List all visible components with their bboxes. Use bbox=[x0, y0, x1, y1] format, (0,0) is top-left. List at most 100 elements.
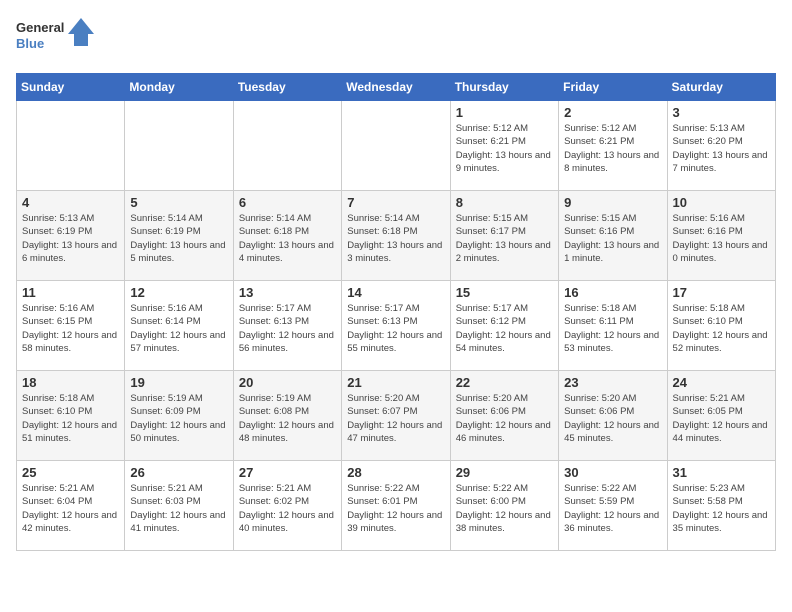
day-number: 1 bbox=[456, 105, 553, 120]
day-number: 30 bbox=[564, 465, 661, 480]
header-sunday: Sunday bbox=[17, 74, 125, 101]
day-number: 28 bbox=[347, 465, 444, 480]
day-info: Sunrise: 5:16 AMSunset: 6:15 PMDaylight:… bbox=[22, 302, 119, 355]
header-thursday: Thursday bbox=[450, 74, 558, 101]
calendar-cell: 2 Sunrise: 5:12 AMSunset: 6:21 PMDaylight… bbox=[559, 101, 667, 191]
header-saturday: Saturday bbox=[667, 74, 775, 101]
day-info: Sunrise: 5:19 AMSunset: 6:09 PMDaylight:… bbox=[130, 392, 227, 445]
day-info: Sunrise: 5:18 AMSunset: 6:10 PMDaylight:… bbox=[22, 392, 119, 445]
day-number: 22 bbox=[456, 375, 553, 390]
day-info: Sunrise: 5:22 AMSunset: 6:01 PMDaylight:… bbox=[347, 482, 444, 535]
day-info: Sunrise: 5:16 AMSunset: 6:14 PMDaylight:… bbox=[130, 302, 227, 355]
calendar-cell: 30 Sunrise: 5:22 AMSunset: 5:59 PMDayligh… bbox=[559, 461, 667, 551]
calendar-cell: 23Sunrise: 5:20 AMSunset: 6:06 PMDayligh… bbox=[559, 371, 667, 461]
day-info: Sunrise: 5:17 AMSunset: 6:13 PMDaylight:… bbox=[239, 302, 336, 355]
logo: General Blue bbox=[16, 16, 96, 61]
calendar-week-4: 18 Sunrise: 5:18 AMSunset: 6:10 PMDayligh… bbox=[17, 371, 776, 461]
header-monday: Monday bbox=[125, 74, 233, 101]
day-info: Sunrise: 5:18 AMSunset: 6:10 PMDaylight:… bbox=[673, 302, 770, 355]
day-number: 14 bbox=[347, 285, 444, 300]
day-info: Sunrise: 5:20 AMSunset: 6:07 PMDaylight:… bbox=[347, 392, 444, 445]
day-info: Sunrise: 5:12 AMSunset: 6:21 PMDaylight:… bbox=[456, 122, 553, 175]
calendar-cell: 12 Sunrise: 5:16 AMSunset: 6:14 PMDayligh… bbox=[125, 281, 233, 371]
day-info: Sunrise: 5:23 AMSunset: 5:58 PMDaylight:… bbox=[673, 482, 770, 535]
day-info: Sunrise: 5:21 AMSunset: 6:02 PMDaylight:… bbox=[239, 482, 336, 535]
day-number: 9 bbox=[564, 195, 661, 210]
calendar-cell: 5 Sunrise: 5:14 AMSunset: 6:19 PMDaylight… bbox=[125, 191, 233, 281]
day-number: 23 bbox=[564, 375, 661, 390]
calendar-cell: 16Sunrise: 5:18 AMSunset: 6:11 PMDayligh… bbox=[559, 281, 667, 371]
calendar-cell: 8 Sunrise: 5:15 AMSunset: 6:17 PMDaylight… bbox=[450, 191, 558, 281]
calendar-cell: 11Sunrise: 5:16 AMSunset: 6:15 PMDayligh… bbox=[17, 281, 125, 371]
day-number: 2 bbox=[564, 105, 661, 120]
svg-text:Blue: Blue bbox=[16, 36, 44, 51]
day-number: 13 bbox=[239, 285, 336, 300]
page-header: General Blue bbox=[16, 16, 776, 61]
day-number: 10 bbox=[673, 195, 770, 210]
day-info: Sunrise: 5:20 AMSunset: 6:06 PMDaylight:… bbox=[456, 392, 553, 445]
calendar-cell: 21Sunrise: 5:20 AMSunset: 6:07 PMDayligh… bbox=[342, 371, 450, 461]
day-number: 5 bbox=[130, 195, 227, 210]
day-info: Sunrise: 5:21 AMSunset: 6:03 PMDaylight:… bbox=[130, 482, 227, 535]
calendar-cell: 6 Sunrise: 5:14 AMSunset: 6:18 PMDaylight… bbox=[233, 191, 341, 281]
day-info: Sunrise: 5:15 AMSunset: 6:16 PMDaylight:… bbox=[564, 212, 661, 265]
calendar-cell bbox=[233, 101, 341, 191]
calendar-cell: 10 Sunrise: 5:16 AMSunset: 6:16 PMDayligh… bbox=[667, 191, 775, 281]
day-number: 25 bbox=[22, 465, 119, 480]
day-info: Sunrise: 5:17 AMSunset: 6:13 PMDaylight:… bbox=[347, 302, 444, 355]
calendar-cell: 26Sunrise: 5:21 AMSunset: 6:03 PMDayligh… bbox=[125, 461, 233, 551]
day-number: 12 bbox=[130, 285, 227, 300]
logo-svg: General Blue bbox=[16, 16, 96, 56]
day-number: 29 bbox=[456, 465, 553, 480]
header-friday: Friday bbox=[559, 74, 667, 101]
day-number: 6 bbox=[239, 195, 336, 210]
svg-text:General: General bbox=[16, 20, 64, 35]
calendar-cell: 13 Sunrise: 5:17 AMSunset: 6:13 PMDayligh… bbox=[233, 281, 341, 371]
calendar-cell: 28 Sunrise: 5:22 AMSunset: 6:01 PMDayligh… bbox=[342, 461, 450, 551]
calendar-cell: 7Sunrise: 5:14 AMSunset: 6:18 PMDaylight… bbox=[342, 191, 450, 281]
calendar-cell: 4Sunrise: 5:13 AMSunset: 6:19 PMDaylight… bbox=[17, 191, 125, 281]
header-wednesday: Wednesday bbox=[342, 74, 450, 101]
day-number: 17 bbox=[673, 285, 770, 300]
calendar-cell: 15Sunrise: 5:17 AMSunset: 6:12 PMDayligh… bbox=[450, 281, 558, 371]
day-info: Sunrise: 5:14 AMSunset: 6:19 PMDaylight:… bbox=[130, 212, 227, 265]
day-number: 4 bbox=[22, 195, 119, 210]
day-number: 3 bbox=[673, 105, 770, 120]
calendar-cell: 18 Sunrise: 5:18 AMSunset: 6:10 PMDayligh… bbox=[17, 371, 125, 461]
calendar-cell: 27 Sunrise: 5:21 AMSunset: 6:02 PMDayligh… bbox=[233, 461, 341, 551]
day-info: Sunrise: 5:22 AMSunset: 5:59 PMDaylight:… bbox=[564, 482, 661, 535]
calendar-cell: 22 Sunrise: 5:20 AMSunset: 6:06 PMDayligh… bbox=[450, 371, 558, 461]
calendar-cell: 20 Sunrise: 5:19 AMSunset: 6:08 PMDayligh… bbox=[233, 371, 341, 461]
day-number: 24 bbox=[673, 375, 770, 390]
calendar-cell: 19Sunrise: 5:19 AMSunset: 6:09 PMDayligh… bbox=[125, 371, 233, 461]
day-number: 8 bbox=[456, 195, 553, 210]
day-info: Sunrise: 5:13 AMSunset: 6:20 PMDaylight:… bbox=[673, 122, 770, 175]
calendar-table: SundayMondayTuesdayWednesdayThursdayFrid… bbox=[16, 73, 776, 551]
day-info: Sunrise: 5:21 AMSunset: 6:04 PMDaylight:… bbox=[22, 482, 119, 535]
calendar-cell: 9 Sunrise: 5:15 AMSunset: 6:16 PMDaylight… bbox=[559, 191, 667, 281]
calendar-cell: 29Sunrise: 5:22 AMSunset: 6:00 PMDayligh… bbox=[450, 461, 558, 551]
day-info: Sunrise: 5:15 AMSunset: 6:17 PMDaylight:… bbox=[456, 212, 553, 265]
day-number: 15 bbox=[456, 285, 553, 300]
calendar-cell: 25 Sunrise: 5:21 AMSunset: 6:04 PMDayligh… bbox=[17, 461, 125, 551]
calendar-cell bbox=[17, 101, 125, 191]
day-number: 20 bbox=[239, 375, 336, 390]
header-tuesday: Tuesday bbox=[233, 74, 341, 101]
calendar-header-row: SundayMondayTuesdayWednesdayThursdayFrid… bbox=[17, 74, 776, 101]
day-info: Sunrise: 5:12 AMSunset: 6:21 PMDaylight:… bbox=[564, 122, 661, 175]
calendar-week-1: 1 Sunrise: 5:12 AMSunset: 6:21 PMDaylight… bbox=[17, 101, 776, 191]
calendar-cell: 24Sunrise: 5:21 AMSunset: 6:05 PMDayligh… bbox=[667, 371, 775, 461]
day-info: Sunrise: 5:19 AMSunset: 6:08 PMDaylight:… bbox=[239, 392, 336, 445]
day-info: Sunrise: 5:14 AMSunset: 6:18 PMDaylight:… bbox=[239, 212, 336, 265]
calendar-cell: 1 Sunrise: 5:12 AMSunset: 6:21 PMDaylight… bbox=[450, 101, 558, 191]
calendar-cell bbox=[125, 101, 233, 191]
day-number: 18 bbox=[22, 375, 119, 390]
day-info: Sunrise: 5:16 AMSunset: 6:16 PMDaylight:… bbox=[673, 212, 770, 265]
calendar-cell: 17 Sunrise: 5:18 AMSunset: 6:10 PMDayligh… bbox=[667, 281, 775, 371]
day-number: 31 bbox=[673, 465, 770, 480]
calendar-week-2: 4Sunrise: 5:13 AMSunset: 6:19 PMDaylight… bbox=[17, 191, 776, 281]
day-number: 7 bbox=[347, 195, 444, 210]
calendar-cell: 3 Sunrise: 5:13 AMSunset: 6:20 PMDaylight… bbox=[667, 101, 775, 191]
day-number: 27 bbox=[239, 465, 336, 480]
logo: General Blue bbox=[16, 16, 96, 61]
